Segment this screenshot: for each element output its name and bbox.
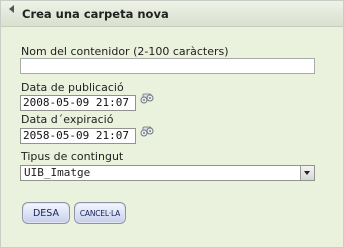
expiration-date-input[interactable]: 2058-05-09 21:07 [20,128,136,144]
content-type-selected-value: UIB_Imatge [24,166,91,179]
create-folder-panel: Crea una carpeta nova Nom del contenidor… [0,0,344,248]
expiration-date-label: Data d´expiració [21,113,114,126]
publication-date-label: Data de publicació [21,81,124,94]
content-type-label: Tipus de contingut [21,150,124,163]
publication-date-input[interactable]: 2008-05-09 21:07 [20,95,136,111]
cancel-button[interactable]: CANCEL·LA [74,202,126,224]
calendar-picker-icon[interactable] [139,89,155,105]
save-button[interactable]: DESA [22,202,70,224]
panel-title: Crea una carpeta nova [22,7,169,21]
panel-header: Crea una carpeta nova [1,1,343,27]
collapse-triangle-icon[interactable] [9,5,14,13]
name-label: Nom del contenidor (2-100 caràcters) [21,45,229,58]
content-type-select[interactable]: UIB_Imatge [20,165,315,181]
container-name-input[interactable] [20,58,315,74]
calendar-picker-icon[interactable] [139,122,155,138]
dropdown-arrow-icon[interactable] [300,166,314,180]
